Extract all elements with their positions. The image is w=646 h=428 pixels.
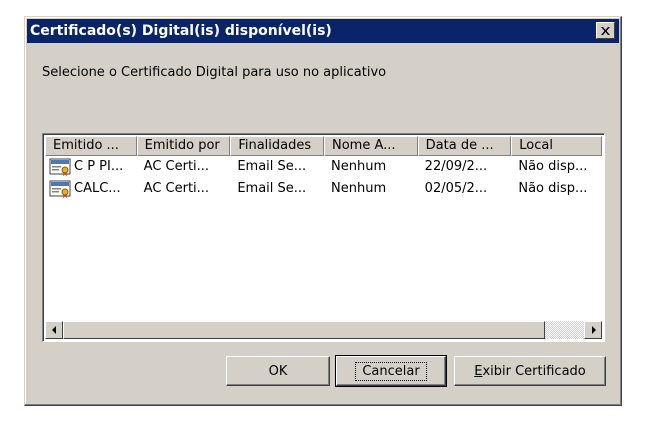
certificate-icon xyxy=(49,180,71,198)
cell-friendly-name: Nenhum xyxy=(331,181,387,196)
cell-purposes: Email Se... xyxy=(237,181,307,196)
cell-expiration-date: 02/05/2... xyxy=(424,181,488,196)
column-header-issued-to[interactable]: Emitido ... xyxy=(45,136,137,156)
view-certificate-label: xibir Certificado xyxy=(482,363,586,379)
column-header-location[interactable]: Local xyxy=(511,136,602,156)
scroll-track[interactable] xyxy=(63,321,584,339)
window-title: Certificado(s) Digital(is) disponível(is… xyxy=(30,23,332,39)
certificate-list[interactable]: Emitido ... Emitido por Finalidades Nome… xyxy=(42,133,605,342)
cell-text: C P PI... xyxy=(74,159,124,174)
ok-button[interactable]: OK xyxy=(226,356,330,386)
cell-friendly-name: Nenhum xyxy=(331,159,387,174)
table-row[interactable]: C P PI... AC Certi... Email Se... Nenhum… xyxy=(45,156,602,178)
cancel-button[interactable]: Cancelar xyxy=(335,355,447,387)
cell-issued-to: CALC... xyxy=(45,178,137,200)
column-header-friendly-name[interactable]: Nome A... xyxy=(323,136,418,156)
scroll-thumb[interactable] xyxy=(63,321,545,339)
cell-purposes: Email Se... xyxy=(237,159,307,174)
cell-issued-by: AC Certi... xyxy=(143,181,210,196)
cell-text: CALC... xyxy=(74,181,121,196)
cell-issued-by: AC Certi... xyxy=(143,159,210,174)
cell-expiration-date: 22/09/2... xyxy=(424,159,488,174)
column-header-purposes[interactable]: Finalidades xyxy=(230,136,324,156)
close-icon xyxy=(601,26,610,35)
list-rows: C P PI... AC Certi... Email Se... Nenhum… xyxy=(45,156,602,200)
instruction-text: Selecione o Certificado Digital para uso… xyxy=(42,65,387,80)
certificate-dialog: Certificado(s) Digital(is) disponível(is… xyxy=(24,16,622,406)
cancel-label: Cancelar xyxy=(355,361,427,381)
table-row[interactable]: CALC... AC Certi... Email Se... Nenhum 0… xyxy=(45,178,602,200)
horizontal-scrollbar[interactable] xyxy=(45,321,602,339)
column-header-expiration-date[interactable]: Data de ... xyxy=(417,136,512,156)
cell-location: Não disp... xyxy=(518,159,588,174)
scroll-left-button[interactable] xyxy=(45,321,63,339)
scroll-right-button[interactable] xyxy=(584,321,602,339)
column-header-issued-by[interactable]: Emitido por xyxy=(136,136,231,156)
cell-location: Não disp... xyxy=(518,181,588,196)
arrow-left-icon xyxy=(51,326,56,334)
access-key: E xyxy=(474,363,483,379)
cell-issued-to: C P PI... xyxy=(45,156,137,178)
view-certificate-button[interactable]: Exibir Certificado xyxy=(454,356,606,386)
certificate-icon xyxy=(49,158,71,176)
title-bar[interactable]: Certificado(s) Digital(is) disponível(is… xyxy=(27,19,619,43)
arrow-right-icon xyxy=(591,326,596,334)
close-button[interactable] xyxy=(596,22,615,39)
list-header: Emitido ... Emitido por Finalidades Nome… xyxy=(45,136,602,156)
